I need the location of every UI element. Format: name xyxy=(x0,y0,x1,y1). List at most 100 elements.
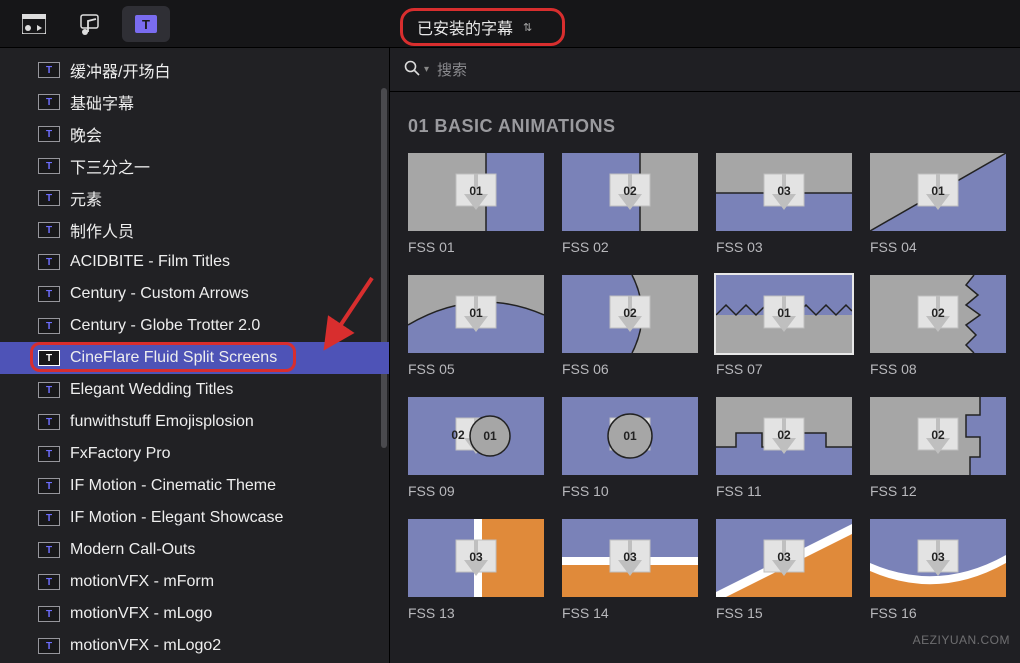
svg-text:02: 02 xyxy=(623,306,637,320)
photos-audio-icon[interactable] xyxy=(66,6,114,42)
sidebar-item[interactable]: T Modern Call-Outs xyxy=(0,534,389,566)
preset-item[interactable]: 01 FSS 10 xyxy=(562,397,698,511)
sidebar-item[interactable]: T Century - Globe Trotter 2.0 xyxy=(0,310,389,342)
sidebar-item-label: motionVFX - mLogo2 xyxy=(70,637,221,655)
sidebar-item[interactable]: TCineFlare Fluid Split Screens xyxy=(0,342,389,374)
watermark: AEZIYUAN.COM xyxy=(913,633,1010,647)
sidebar-item[interactable]: T 下三分之一 xyxy=(0,150,389,182)
preset-thumbnail[interactable]: 02 01 xyxy=(408,397,544,475)
preset-thumbnail[interactable]: 03 xyxy=(716,519,852,597)
media-browser-icon[interactable] xyxy=(10,6,58,42)
sidebar-item[interactable]: T元素 xyxy=(0,182,389,214)
svg-text:01: 01 xyxy=(931,184,945,198)
svg-text:02: 02 xyxy=(451,428,465,442)
svg-text:01: 01 xyxy=(469,184,483,198)
preset-thumbnail[interactable]: 01 xyxy=(870,153,1006,231)
sidebar-item[interactable]: TElegant Wedding Titles xyxy=(0,374,389,406)
preset-label: FSS 10 xyxy=(562,483,698,499)
svg-text:01: 01 xyxy=(623,429,637,443)
preset-label: FSS 06 xyxy=(562,361,698,377)
title-category-icon: T xyxy=(38,510,60,526)
preset-thumbnail[interactable]: 03 xyxy=(408,519,544,597)
svg-text:01: 01 xyxy=(777,306,791,320)
sidebar-item[interactable]: T 晚会 xyxy=(0,118,389,150)
preset-item[interactable]: 02 FSS 06 xyxy=(562,275,698,389)
title-category-icon: T xyxy=(38,158,60,174)
preset-thumbnail[interactable]: 01 xyxy=(408,275,544,353)
preset-item[interactable]: 01FSS 07 xyxy=(716,275,852,389)
preset-thumbnail[interactable]: 03 xyxy=(562,519,698,597)
preset-item[interactable]: 03FSS 16 xyxy=(870,519,1006,633)
preset-thumbnail[interactable]: 03 xyxy=(716,153,852,231)
search-icon xyxy=(404,60,420,80)
search-scope-chevron-icon[interactable]: ▾ xyxy=(424,64,429,75)
preset-item[interactable]: 01FSS 05 xyxy=(408,275,544,389)
sidebar-item-label: motionVFX - mLogo xyxy=(70,605,212,623)
preset-thumbnail[interactable]: 02 xyxy=(562,275,698,353)
title-category-icon: T xyxy=(38,318,60,334)
sidebar-item[interactable]: TmotionVFX - mForm xyxy=(0,566,389,598)
preset-item[interactable]: 02 FSS 08 xyxy=(870,275,1006,389)
preset-item[interactable]: 02 FSS 12 xyxy=(870,397,1006,511)
preset-thumbnail[interactable]: 02 xyxy=(716,397,852,475)
preset-thumbnail[interactable]: 01 xyxy=(716,275,852,353)
preset-item[interactable]: 03 FSS 13 xyxy=(408,519,544,633)
sidebar-item[interactable]: TACIDBITE - Film Titles xyxy=(0,246,389,278)
sidebar-item[interactable]: T缓冲器/开场白 xyxy=(0,54,389,86)
sidebar-item[interactable]: T基础字幕 xyxy=(0,86,389,118)
title-category-icon: T xyxy=(38,126,60,142)
sidebar-item[interactable]: TmotionVFX - mLogo xyxy=(0,598,389,630)
preset-label: FSS 12 xyxy=(870,483,1006,499)
preset-thumbnail[interactable]: 02 xyxy=(870,275,1006,353)
sidebar-item[interactable]: TIF Motion - Elegant Showcase xyxy=(0,502,389,534)
sidebar-item[interactable]: TmotionVFX - mLogo2 xyxy=(0,630,389,662)
category-dropdown[interactable]: 已安装的字幕 ⇅ xyxy=(400,8,565,46)
sidebar-item[interactable]: TIF Motion - Cinematic Theme xyxy=(0,470,389,502)
titles-browser-icon[interactable]: T xyxy=(122,6,170,42)
title-category-icon: T xyxy=(38,542,60,558)
preset-thumbnail[interactable]: 02 xyxy=(562,153,698,231)
preset-grid: 01FSS 01 02FSS 02 03FSS 03 01FSS 04 01FS… xyxy=(390,149,1020,637)
title-category-icon: T xyxy=(38,574,60,590)
preset-item[interactable]: 03FSS 15 xyxy=(716,519,852,633)
svg-text:03: 03 xyxy=(623,550,637,564)
preset-thumbnail[interactable]: 01 xyxy=(562,397,698,475)
sidebar-item-label: CineFlare Fluid Split Screens xyxy=(70,349,277,367)
sidebar-item-label: Modern Call-Outs xyxy=(70,541,195,559)
sidebar-item[interactable]: TCentury - Custom Arrows xyxy=(0,278,389,310)
title-category-icon: T xyxy=(38,62,60,78)
preset-item[interactable]: 03FSS 03 xyxy=(716,153,852,267)
title-category-icon: T xyxy=(38,446,60,462)
preset-item[interactable]: 02FSS 11 xyxy=(716,397,852,511)
sidebar-item[interactable]: T制作人员 xyxy=(0,214,389,246)
search-placeholder: 搜索 xyxy=(437,59,467,80)
preset-item[interactable]: 01FSS 04 xyxy=(870,153,1006,267)
preset-thumbnail[interactable]: 01 xyxy=(408,153,544,231)
sidebar-item-label: 下三分之一 xyxy=(70,154,150,178)
preset-item[interactable]: 01FSS 01 xyxy=(408,153,544,267)
sidebar-item-label: IF Motion - Cinematic Theme xyxy=(70,477,276,495)
preset-thumbnail[interactable]: 02 xyxy=(870,397,1006,475)
sidebar: T缓冲器/开场白T基础字幕T晚会T下三分之一T元素T制作人员TACIDBITE … xyxy=(0,48,390,663)
chevron-updown-icon: ⇅ xyxy=(523,21,532,34)
preset-item[interactable]: 02FSS 02 xyxy=(562,153,698,267)
section-title: 01 BASIC ANIMATIONS xyxy=(390,92,1020,149)
sidebar-item[interactable]: T FxFactory Pro xyxy=(0,438,389,470)
svg-text:02: 02 xyxy=(777,428,791,442)
title-category-icon: T xyxy=(38,222,60,238)
sidebar-item-label: motionVFX - mForm xyxy=(70,573,214,591)
preset-thumbnail[interactable]: 03 xyxy=(870,519,1006,597)
svg-text:03: 03 xyxy=(777,184,791,198)
preset-label: FSS 08 xyxy=(870,361,1006,377)
title-category-icon: T xyxy=(38,414,60,430)
preset-label: FSS 13 xyxy=(408,605,544,621)
sidebar-item-label: Century - Globe Trotter 2.0 xyxy=(70,317,260,335)
sidebar-item-label: FxFactory Pro xyxy=(70,445,170,463)
preset-item[interactable]: 0201FSS 09 xyxy=(408,397,544,511)
svg-text:01: 01 xyxy=(483,429,497,443)
sidebar-item[interactable]: Tfunwithstuff Emojisplosion xyxy=(0,406,389,438)
title-category-icon: T xyxy=(38,94,60,110)
preset-item[interactable]: 03FSS 14 xyxy=(562,519,698,633)
sidebar-item-label: 晚会 xyxy=(70,122,102,146)
search-bar[interactable]: ▾ 搜索 xyxy=(390,48,1020,92)
